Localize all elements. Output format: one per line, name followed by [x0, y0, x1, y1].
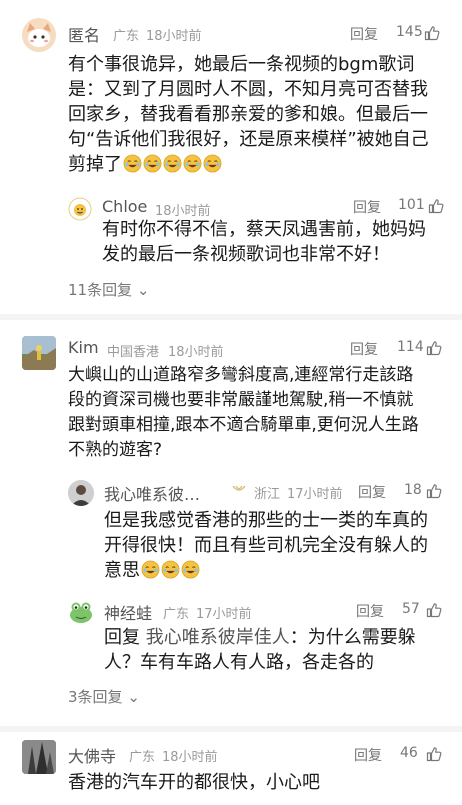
laugh-cry-emoji-icon	[163, 154, 182, 173]
reply-button[interactable]: 回复	[354, 745, 382, 765]
thumbs-up-icon[interactable]	[426, 483, 442, 499]
reply-button[interactable]: 回复	[358, 482, 386, 502]
expand-replies-button[interactable]: 11条回复 ⌄	[68, 279, 149, 300]
avatar[interactable]	[68, 197, 92, 221]
commenter-name[interactable]: 匿名	[68, 22, 100, 46]
thumbs-up-icon[interactable]	[424, 25, 440, 41]
comment-text: 香港的汽车开的都很快，小心吧	[68, 772, 320, 793]
mentioned-user[interactable]: 我心唯系彼岸佳人	[146, 627, 290, 648]
reply-location: 广东	[163, 607, 190, 622]
laugh-cry-emoji-icon	[141, 560, 160, 579]
reply-text: 但是我感觉香港的那些的士一类的车真的 开得很快！而且有些司机完全没有躲人的 意思	[104, 510, 428, 581]
frog-avatar-icon	[70, 602, 92, 623]
building-avatar-icon	[22, 740, 56, 774]
like-count: 114	[397, 339, 424, 355]
smiley-icon	[68, 197, 92, 221]
avatar[interactable]	[68, 599, 94, 625]
avatar[interactable]	[68, 480, 94, 506]
emoji-row	[122, 154, 222, 175]
comment-time: 18小时前	[146, 29, 202, 44]
avatar[interactable]	[22, 740, 56, 774]
laugh-cry-emoji-icon	[181, 560, 200, 579]
expand-replies-button[interactable]: 3条回复 ⌄	[68, 686, 140, 707]
thumbs-up-icon[interactable]	[426, 602, 442, 618]
laugh-cry-emoji-icon	[143, 154, 162, 173]
comment-time: 18小时前	[162, 750, 218, 765]
commenter-location: 广东	[113, 29, 140, 44]
vip-badge-icon	[232, 485, 246, 491]
reply-button[interactable]: 回复	[353, 197, 381, 217]
laugh-cry-emoji-icon	[161, 560, 180, 579]
reply-time: 17小时前	[287, 487, 343, 502]
emoji-row	[140, 560, 200, 581]
avatar[interactable]	[22, 18, 56, 52]
photo-avatar-icon	[22, 336, 56, 370]
commenter-location: 广东	[129, 750, 156, 765]
chevron-down-icon: ⌄	[127, 688, 140, 706]
commenter-location: 中国香港	[107, 345, 160, 360]
replier-name[interactable]: 我心唯系彼…	[104, 481, 200, 505]
thumbs-up-icon[interactable]	[426, 746, 442, 762]
avatar[interactable]	[22, 336, 56, 370]
chevron-down-icon: ⌄	[136, 281, 150, 299]
replier-name[interactable]: Chloe	[102, 197, 147, 216]
reply-text: 回复 我心唯系彼岸佳人：为什么需要躲 人？车有车路人有人路，各走各的	[104, 627, 416, 673]
comment-text: 大嶼山的山道路窄多彎斜度高,連經常行走該路 段的資深司機也要非常嚴謹地駕駛,稍一…	[68, 365, 419, 460]
like-count: 145	[396, 24, 423, 40]
thumbs-up-icon[interactable]	[428, 198, 444, 214]
reply-text: 有时你不得不信，蔡天凤遇害前，她妈妈 发的最后一条视频歌词也非常不好！	[102, 219, 426, 265]
laugh-cry-emoji-icon	[203, 154, 222, 173]
like-count: 18	[404, 482, 422, 498]
reply-button[interactable]: 回复	[356, 601, 384, 621]
thumbs-up-icon[interactable]	[426, 340, 442, 356]
comment-item: 大佛寺 广东 18小时前 回复 46 香港的汽车开的都很快，小心吧	[0, 732, 462, 805]
like-count: 57	[402, 601, 420, 617]
commenter-name[interactable]: Kim	[68, 338, 99, 357]
reply-location: 浙江	[254, 487, 281, 502]
like-count: 101	[398, 197, 425, 213]
like-count: 46	[400, 745, 418, 761]
reply-button[interactable]: 回复	[350, 339, 378, 359]
comment-item: Kim 中国香港 18小时前 回复 114 大嶼山的山道路窄多彎斜度高,連經常行…	[0, 320, 462, 718]
comment-item: 匿名 广东 18小时前 回复 145 有个事很诡异，她最后一条视频的bgm歌词 …	[0, 0, 462, 305]
cat-face-icon	[22, 18, 56, 52]
person-avatar-icon	[68, 480, 94, 506]
reply-time: 17小时前	[196, 607, 252, 622]
commenter-name[interactable]: 大佛寺	[68, 743, 116, 767]
comment-time: 18小时前	[168, 345, 224, 360]
comment-text: 有个事很诡异，她最后一条视频的bgm歌词 是：又到了月圆时人不圆，不知月亮可否替…	[68, 54, 429, 175]
laugh-cry-emoji-icon	[123, 154, 142, 173]
laugh-cry-emoji-icon	[183, 154, 202, 173]
reply-button[interactable]: 回复	[350, 24, 378, 44]
replier-name[interactable]: 神经蛙	[104, 600, 152, 624]
